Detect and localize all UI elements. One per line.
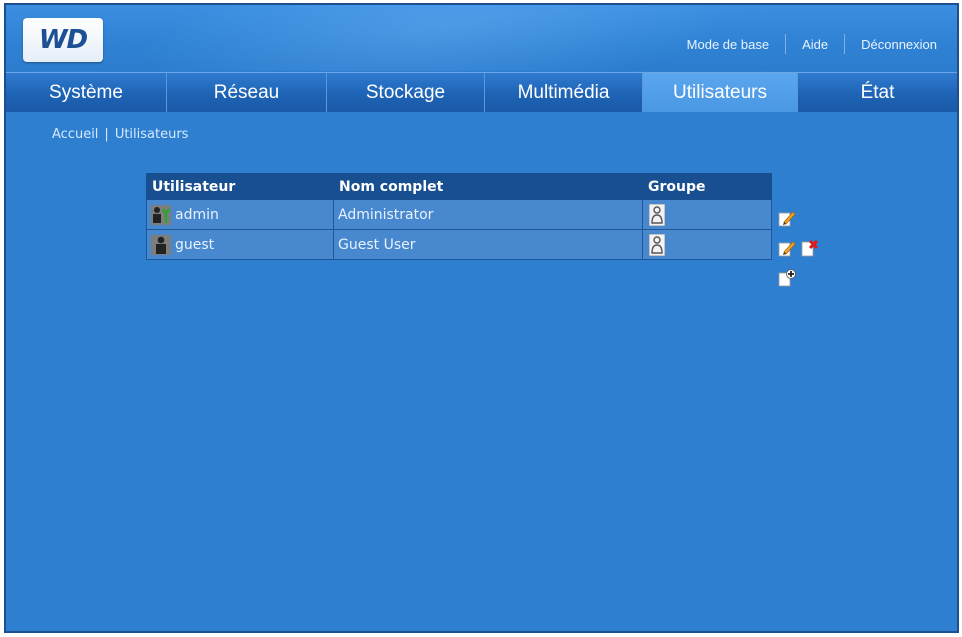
app-window: WD Mode de base Aide Déconnexion Système… bbox=[4, 3, 959, 633]
header-decoration bbox=[129, 5, 763, 71]
group-icon[interactable] bbox=[648, 203, 666, 226]
user-cell: guest bbox=[147, 230, 334, 259]
group-cell bbox=[643, 200, 771, 229]
tab-reseau[interactable]: Réseau bbox=[167, 73, 327, 112]
username: admin bbox=[175, 206, 219, 223]
logout-link[interactable]: Déconnexion bbox=[861, 37, 937, 52]
top-links: Mode de base Aide Déconnexion bbox=[687, 34, 937, 54]
tab-systeme[interactable]: Système bbox=[6, 73, 167, 112]
tab-utilisateurs[interactable]: Utilisateurs bbox=[643, 73, 798, 112]
edit-user-icon[interactable] bbox=[778, 209, 796, 227]
logo-text: WD bbox=[38, 25, 88, 55]
column-header-full-name: Nom complet bbox=[339, 178, 444, 195]
breadcrumb-home-link[interactable]: Accueil bbox=[52, 127, 98, 142]
user-icon bbox=[151, 234, 171, 255]
tab-multimedia[interactable]: Multimédia bbox=[485, 73, 643, 112]
edit-user-icon[interactable] bbox=[778, 239, 796, 257]
group-cell bbox=[643, 230, 771, 259]
tab-etat[interactable]: État bbox=[798, 73, 957, 112]
group-icon[interactable] bbox=[648, 233, 666, 256]
add-user-icon[interactable] bbox=[778, 269, 796, 287]
delete-user-icon[interactable] bbox=[801, 239, 819, 257]
column-header-group: Groupe bbox=[648, 178, 706, 195]
main-nav: Système Réseau Stockage Multimédia Utili… bbox=[6, 72, 957, 112]
help-link[interactable]: Aide bbox=[802, 37, 828, 52]
user-cell: admin bbox=[147, 200, 334, 229]
wd-logo[interactable]: WD bbox=[23, 18, 103, 62]
admin-user-icon bbox=[151, 204, 171, 225]
breadcrumb: Accueil | Utilisateurs bbox=[52, 127, 188, 142]
full-name-cell: Guest User bbox=[334, 230, 643, 259]
table-row[interactable]: admin Administrator bbox=[146, 200, 772, 230]
column-header-user: Utilisateur bbox=[152, 178, 236, 195]
tab-stockage[interactable]: Stockage bbox=[327, 73, 485, 112]
full-name-cell: Administrator bbox=[334, 200, 643, 229]
header: WD Mode de base Aide Déconnexion bbox=[6, 5, 957, 71]
table-header: Utilisateur Nom complet Groupe bbox=[146, 173, 772, 200]
username: guest bbox=[175, 236, 215, 253]
users-table: Utilisateur Nom complet Groupe admin Adm… bbox=[146, 173, 772, 260]
divider bbox=[785, 34, 787, 54]
breadcrumb-current: Utilisateurs bbox=[114, 127, 189, 142]
breadcrumb-separator: | bbox=[104, 127, 109, 142]
divider bbox=[844, 34, 846, 54]
table-row[interactable]: guest Guest User bbox=[146, 230, 772, 260]
basic-mode-link[interactable]: Mode de base bbox=[687, 37, 769, 52]
